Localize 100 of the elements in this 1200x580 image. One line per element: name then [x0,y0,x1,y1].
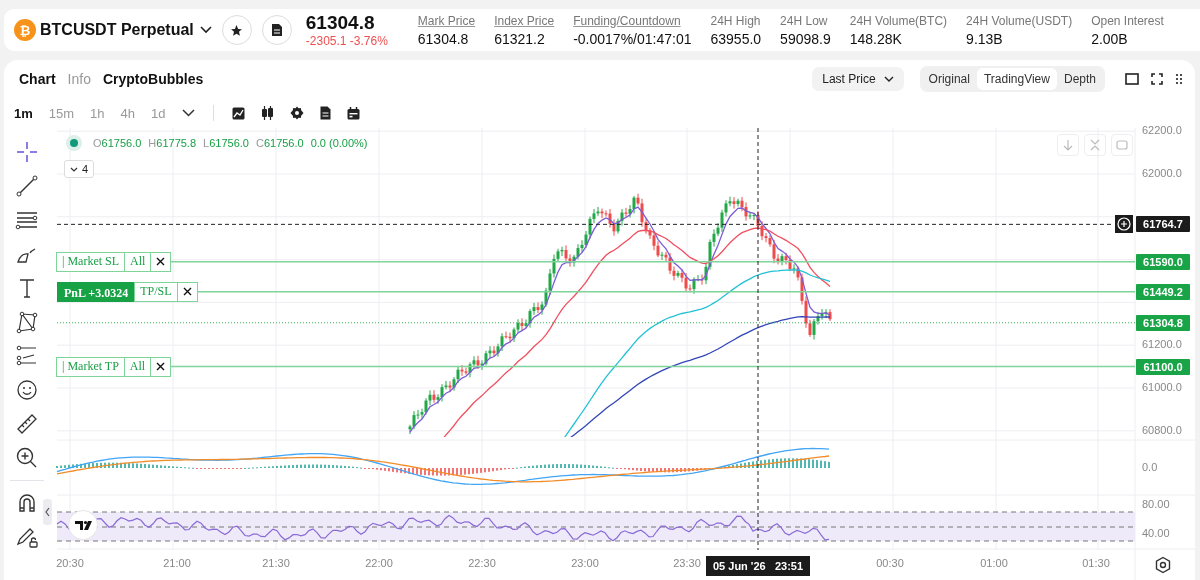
notes-button[interactable] [261,15,292,45]
stat-value: 59098.9 [780,30,831,47]
document-icon [270,23,283,37]
last-price: 61304.8 [305,12,376,34]
stat-value: 61321.2 [494,30,546,47]
ohlc-value: H61775.8 [148,137,197,149]
price-change: -2305.1 -3.76% [305,34,389,48]
interval-tab[interactable]: 1h [90,105,105,121]
panel-link[interactable]: CryptoBubbles [97,67,209,91]
smiley-icon[interactable] [15,378,39,402]
chevron-down-icon[interactable] [181,109,195,117]
time-axis-label: 23:00 [570,557,600,569]
close-icon [156,362,166,372]
trend-line-icon[interactable] [15,174,39,198]
forecast-icon[interactable] [15,344,39,368]
order-tag[interactable]: | Market SL [56,251,126,272]
time-axis-label: 23:30 [672,557,702,569]
rsi-axis-label: 80.00 [1142,498,1170,510]
quantity-button[interactable]: All [123,356,152,377]
panel-tab[interactable]: Chart [14,67,61,91]
ruler-icon[interactable] [15,412,39,436]
price-axis-label: 62000.0 [1142,167,1182,179]
favorite-button[interactable] [221,15,252,45]
indicator-count-button[interactable]: 4 [64,160,95,178]
panel-tab[interactable]: Info [62,67,96,91]
crosshair-time-tag: 05 Jun '26 23:51 [706,556,810,576]
settings-icon[interactable] [1154,556,1172,574]
ohlc-value: L61756.0 [203,137,249,149]
add-plus-icon[interactable] [1115,215,1133,234]
time-axis-label: 01:30 [1081,557,1111,569]
macd-axis-label: 0.0 [1142,461,1158,473]
logo-icon [68,510,98,540]
interval-tab[interactable]: 1d [151,105,166,121]
tpsl-button[interactable]: TP/SL [134,281,178,302]
quantity-button[interactable]: All [124,251,152,272]
view-tab[interactable]: Depth [1056,68,1103,90]
view-tab[interactable]: TradingView [976,68,1057,90]
ohlc-value: O61756.0 [93,137,142,149]
coin-logo: ₿ [14,19,36,41]
close-button[interactable] [150,356,172,377]
status-dot-icon [70,139,78,147]
time-axis-label: 01:00 [979,557,1009,569]
pattern-icon[interactable] [15,310,39,334]
stat-label: 24H Volume(USDT) [966,13,1073,28]
interval-tab[interactable]: 1m [14,105,33,121]
settings-icon[interactable] [289,106,304,120]
stat-value: 63955.0 [710,30,762,47]
chart-icon[interactable] [231,106,245,120]
calendar-icon[interactable] [346,106,360,120]
fullscreen-icon[interactable] [1151,73,1163,85]
time-axis-label: 21:30 [261,557,291,569]
close-icon [182,287,192,297]
drag-handle-icon[interactable] [1175,73,1183,85]
view-tab[interactable]: Original [921,68,977,90]
document-icon[interactable] [319,106,331,120]
price-axis-label: 62200.0 [1142,124,1182,137]
chevron-down-icon [883,76,894,82]
stat-label: Index Price [494,13,555,28]
order-tag[interactable]: | Market TP [56,356,125,377]
stat-value: 148.28K [849,30,903,47]
time-axis-label: 21:00 [162,557,192,569]
stat-value: 9.13B [966,30,1004,47]
stat-label: 24H Low [780,13,829,28]
time-axis-label: 22:00 [364,557,394,569]
crosshair-icon[interactable] [15,140,39,164]
price-axis-label: 61000.0 [1142,381,1182,393]
crosshair-price-tag: 61764.7 [1136,216,1190,233]
stat-label: Open Interest [1091,13,1164,28]
price-axis-label: 60800.0 [1142,423,1182,436]
star-icon [230,23,244,37]
stat-value: -0.0017%/01:47:01 [573,30,692,47]
stat-value: 61304.8 [417,30,470,47]
stat-label: 24H Volume(BTC) [849,13,948,28]
order-price-tag: 61590.0 [1136,253,1190,270]
window-icon[interactable] [1125,73,1139,85]
order-price-tag: 61449.2 [1136,283,1190,300]
close-icon [156,257,166,267]
time-axis-label: 20:30 [55,557,85,569]
stat-label: 24H High [710,13,762,28]
stat-label: Mark Price [417,13,476,28]
stat-value: 2.00B [1091,30,1129,47]
price-source-dropdown[interactable]: Last Price [812,67,904,91]
last-price-tag: 61304.8 [1136,314,1190,331]
interval-tab[interactable]: 4h [120,105,136,121]
price-axis-label: 61200.0 [1142,338,1182,351]
candlestick-icon[interactable] [260,106,274,120]
stat-label: Funding/Countdown [573,13,682,28]
close-button[interactable] [176,281,198,302]
ohlc-change: 0.0 (0.00%) [310,137,368,149]
rsi-axis-label: 40.00 [1142,527,1170,539]
pnl-tag: PnL +3.0324 [57,281,136,302]
interval-tab[interactable]: 15m [48,105,75,121]
symbol-selector[interactable]: BTCUSDT Perpetual [40,21,212,39]
order-price-tag: 61100.0 [1136,358,1190,375]
zoom-in-icon[interactable] [15,446,39,470]
chevron-down-icon [199,26,212,34]
ohlc-value: C61756.0 [255,137,304,149]
close-button[interactable] [150,251,172,272]
chevron-down-icon [70,166,78,172]
time-axis-label: 00:30 [875,557,905,569]
